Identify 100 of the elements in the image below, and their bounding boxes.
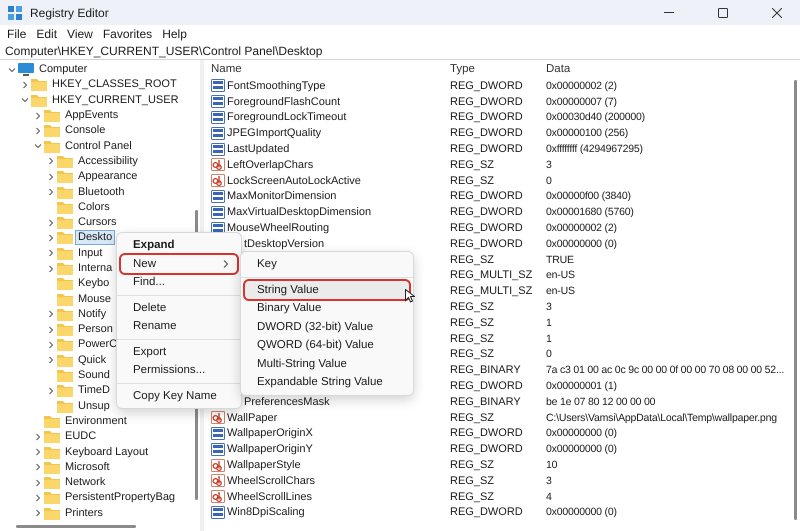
tree-item[interactable]: Input xyxy=(75,246,106,261)
tree-item[interactable]: Notify xyxy=(75,306,110,322)
tree-item[interactable]: Control Panel xyxy=(62,138,135,154)
chevron-right-icon[interactable] xyxy=(34,112,42,120)
tree-item[interactable]: Environment xyxy=(62,414,130,429)
menu-item[interactable]: DWORD (32-bit) Value xyxy=(245,318,409,336)
menu-item[interactable]: Find... xyxy=(121,273,237,292)
chevron-right-icon[interactable] xyxy=(34,509,42,518)
value-name[interactable]: WallpaperOriginY xyxy=(227,443,313,456)
tree-item[interactable]: Appearance xyxy=(75,169,140,184)
close-icon[interactable] xyxy=(772,8,782,18)
menu-item[interactable]: Key xyxy=(245,255,409,274)
tree-item[interactable]: HKEY_CLASSES_ROOT xyxy=(49,77,180,92)
menu-item[interactable]: Rename xyxy=(121,317,237,336)
tree-item[interactable]: PowerC xyxy=(75,337,120,352)
column-header[interactable]: Name xyxy=(211,63,450,75)
menu-item[interactable]: New xyxy=(121,254,237,273)
chevron-right-icon[interactable] xyxy=(34,448,42,456)
chevron-right-icon[interactable] xyxy=(47,249,55,258)
value-name[interactable]: FontSmoothingType xyxy=(227,80,326,92)
value-name[interactable]: MouseWheelRouting xyxy=(227,222,330,234)
tree-item[interactable]: Keyboard Layout xyxy=(62,444,152,460)
menu-item[interactable]: QWORD (64-bit) Value xyxy=(245,336,409,354)
chevron-right-icon[interactable] xyxy=(34,432,42,441)
menu-item[interactable]: Expandable String Value xyxy=(245,373,409,392)
tree-item[interactable]: Bluetooth xyxy=(75,184,128,200)
chevron-right-icon[interactable] xyxy=(34,494,42,502)
tree-item[interactable]: Network xyxy=(62,475,108,490)
value-name[interactable]: WallpaperOriginX xyxy=(227,427,313,440)
menu-item[interactable]: Expand xyxy=(121,236,237,254)
tree-item[interactable]: Unsup xyxy=(75,398,113,414)
menu-item[interactable]: File xyxy=(2,27,32,41)
tree-item[interactable]: Computer xyxy=(36,62,90,78)
address-bar[interactable]: Computer\HKEY_CURRENT_USER\Control Panel\Desktop xyxy=(0,43,800,60)
menu-item[interactable]: Binary Value xyxy=(245,299,409,318)
value-name[interactable]: ForegroundLockTimeout xyxy=(227,111,346,124)
chevron-right-icon[interactable] xyxy=(47,157,55,166)
chevron-down-icon[interactable] xyxy=(8,66,16,74)
chevron-right-icon[interactable] xyxy=(47,172,55,181)
chevron-right-icon[interactable] xyxy=(21,80,29,89)
menu-item[interactable]: Export xyxy=(121,342,237,361)
value-name[interactable]: WheelScrollChars xyxy=(227,474,316,487)
chevron-right-icon[interactable] xyxy=(47,188,55,196)
tree-item[interactable]: Accessibility xyxy=(75,154,141,169)
chevron-right-icon[interactable] xyxy=(34,463,42,472)
chevron-right-icon[interactable] xyxy=(47,386,55,395)
tree-item[interactable]: Mouse xyxy=(75,292,114,307)
scrollbar[interactable] xyxy=(794,80,797,520)
tree-item[interactable]: Keybo xyxy=(75,276,112,292)
menu-item[interactable]: View xyxy=(62,27,98,41)
tree-item[interactable]: EUDC xyxy=(62,429,100,444)
chevron-right-icon[interactable] xyxy=(47,310,55,318)
menu-item[interactable]: Copy Key Name xyxy=(121,386,237,405)
value-name[interactable]: tDesktopVersion xyxy=(244,238,324,250)
tree-item[interactable]: HKEY_CURRENT_USER xyxy=(49,92,182,108)
value-name[interactable]: PreferencesMask xyxy=(244,396,330,408)
value-name[interactable]: Win8DpiScaling xyxy=(227,506,305,518)
menu-item[interactable]: Permissions... xyxy=(121,361,237,380)
menu-item[interactable]: Favorites xyxy=(98,27,158,41)
tree-item[interactable]: Console xyxy=(62,123,108,138)
tree-item[interactable]: Sound xyxy=(75,368,113,384)
value-name[interactable]: WheelScrollLines xyxy=(227,490,312,503)
column-header[interactable]: Data xyxy=(546,63,800,75)
chevron-right-icon[interactable] xyxy=(34,126,42,135)
value-name[interactable]: WallpaperStyle xyxy=(227,459,301,472)
value-name[interactable]: LeftOverlapChars xyxy=(227,158,314,171)
value-name[interactable]: JPEGImportQuality xyxy=(227,127,322,140)
value-name[interactable]: LockScreenAutoLockActive xyxy=(227,174,361,187)
tree-item[interactable]: Cursors xyxy=(75,215,120,230)
tree-item[interactable]: Quick xyxy=(75,352,110,368)
tree-item[interactable]: Interna xyxy=(75,261,116,276)
menu-item[interactable]: Delete xyxy=(121,298,237,317)
value-name[interactable]: MaxVirtualDesktopDimension xyxy=(227,206,372,218)
tree-item[interactable]: Deskto xyxy=(75,230,116,246)
chevron-right-icon[interactable] xyxy=(47,356,55,364)
chevron-right-icon[interactable] xyxy=(34,478,42,487)
value-name[interactable]: ForegroundFlashCount xyxy=(227,96,340,108)
scrollbar[interactable] xyxy=(16,525,136,528)
chevron-down-icon[interactable] xyxy=(34,142,42,150)
tree-item[interactable]: PersistentPropertyBag xyxy=(62,490,178,506)
chevron-right-icon[interactable] xyxy=(47,264,55,272)
tree-item[interactable]: AppEvents xyxy=(62,108,122,124)
value-name[interactable]: WallPaper xyxy=(227,412,278,424)
column-header[interactable]: Type xyxy=(450,63,546,75)
tree-item[interactable]: TimeD xyxy=(75,383,113,398)
menu-item[interactable]: Help xyxy=(157,27,192,41)
chevron-right-icon[interactable] xyxy=(47,326,55,334)
tree-item[interactable]: Person xyxy=(75,322,116,338)
chevron-right-icon[interactable] xyxy=(47,234,55,242)
chevron-right-icon[interactable] xyxy=(47,218,55,227)
tree-item[interactable]: Microsoft xyxy=(62,460,113,475)
value-name[interactable]: MaxMonitorDimension xyxy=(227,190,336,202)
maximize-icon[interactable] xyxy=(718,8,728,18)
chevron-right-icon[interactable] xyxy=(47,340,55,349)
menu-item[interactable]: Multi-String Value xyxy=(245,354,409,373)
minimize-icon[interactable] xyxy=(664,12,674,14)
chevron-down-icon[interactable] xyxy=(21,96,29,104)
value-name[interactable]: LastUpdated xyxy=(227,143,290,156)
menu-item[interactable]: Edit xyxy=(31,27,62,41)
tree-item[interactable]: Printers xyxy=(62,506,106,521)
